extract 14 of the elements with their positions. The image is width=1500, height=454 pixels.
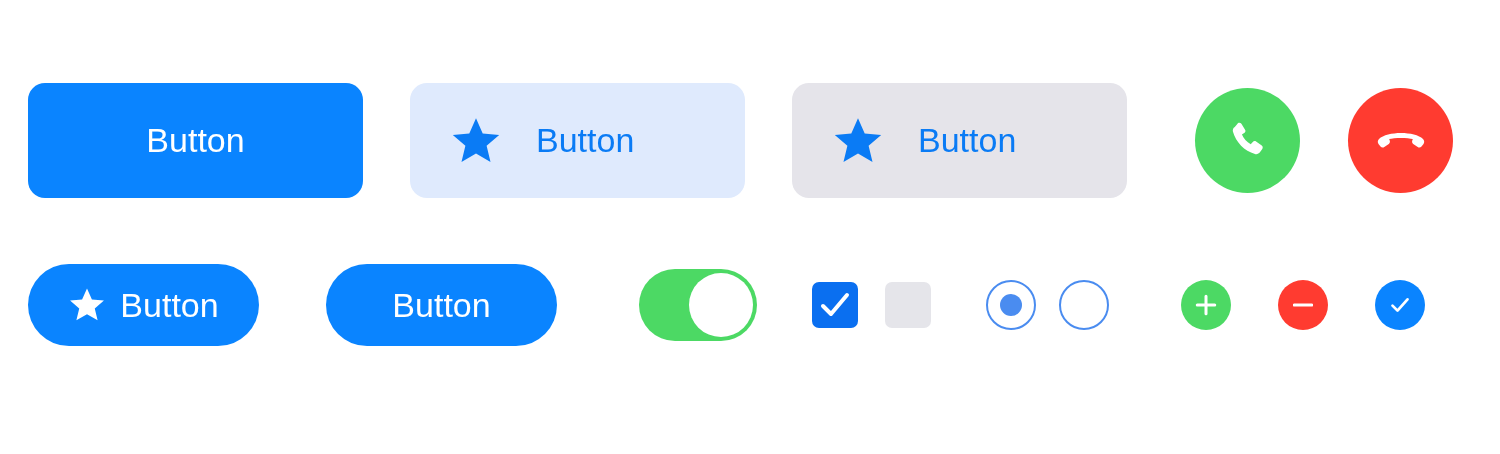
button[interactable]: Button — [792, 83, 1127, 198]
remove-button[interactable] — [1278, 280, 1328, 330]
minus-icon — [1293, 303, 1313, 307]
add-button[interactable] — [1181, 280, 1231, 330]
button[interactable]: Button — [326, 264, 557, 346]
checkbox[interactable] — [885, 282, 931, 328]
radio-button[interactable] — [1059, 280, 1109, 330]
checkbox[interactable] — [812, 282, 858, 328]
checkmark-icon — [819, 291, 851, 319]
button[interactable]: Button — [28, 264, 259, 346]
done-button[interactable] — [1375, 280, 1425, 330]
button[interactable]: Button — [28, 83, 363, 198]
radio-button[interactable] — [986, 280, 1036, 330]
button[interactable]: Button — [410, 83, 745, 198]
